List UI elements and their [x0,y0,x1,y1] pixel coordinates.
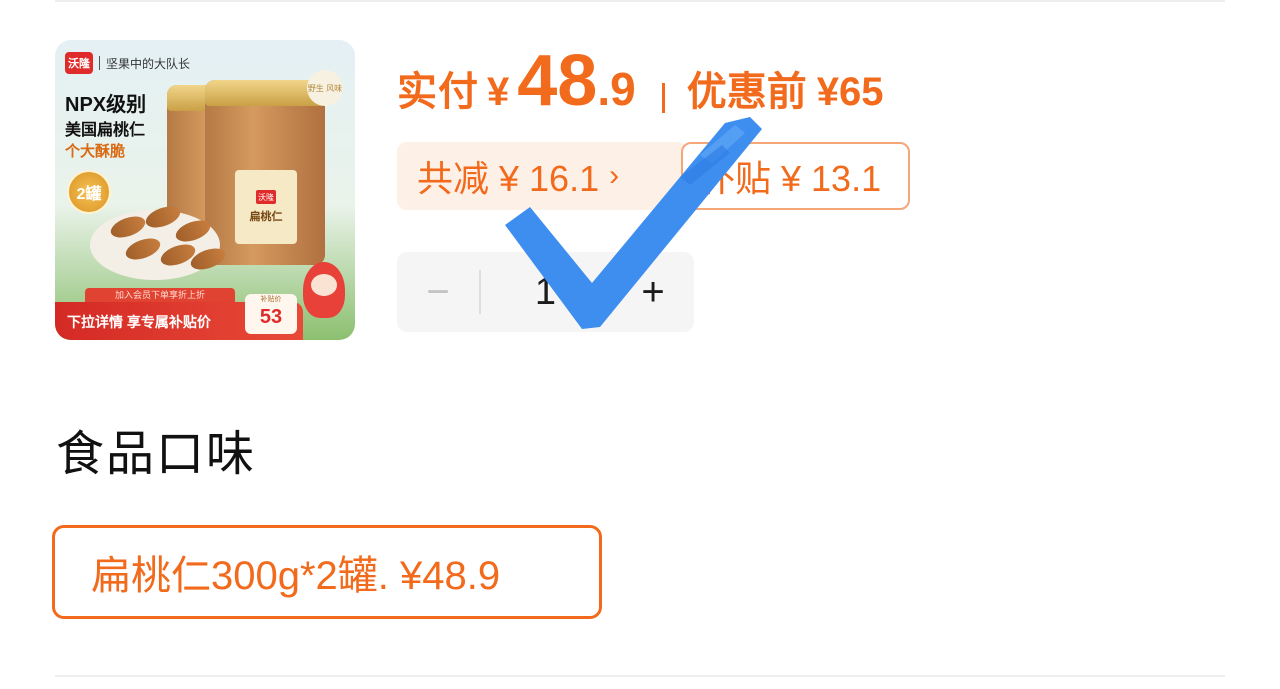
price-decimal: .9 [597,63,636,115]
price-integer: 48 [517,41,598,121]
promo-title: NPX级别 [65,94,147,116]
banner-price: 53 [259,306,283,328]
price-separator [661,83,665,113]
quantity-stepper: − 1 + [397,252,694,332]
banner-price-label: 补贴价 [260,296,282,303]
brand-separator [99,56,100,70]
paid-label: 实付 [397,70,479,114]
promo-subtitle: 美国扁桃仁 [65,122,146,139]
jar-name: 扁桃仁 [249,211,283,223]
jar-logo: 沃隆 [256,190,276,204]
promo-tagline: 个大酥脆 [65,143,126,160]
increment-button[interactable]: + [612,252,694,332]
subsidy-chip[interactable]: 补贴 ¥ 13.1 [681,142,910,210]
banner-top: 加入会员下单享折上折 [85,288,235,302]
flavor-tag: 野生 风味 [307,70,343,106]
brand-logo: 沃隆 [65,52,93,74]
brand-slogan: 坚果中的大队长 [106,56,191,71]
flavor-option-selected[interactable]: 扁桃仁300g*2罐. ¥48.9 [52,525,602,619]
bottom-divider [55,675,1225,677]
top-divider [55,0,1225,2]
product-image[interactable]: 沃隆 坚果中的大队长 NPX级别 美国扁桃仁 个大酥脆 2罐 沃隆 扁桃仁 野生… [55,40,355,340]
flavor-section-title: 食品口味 [56,428,257,481]
cans-badge: 2罐 [67,170,111,214]
total-discount-chip[interactable]: 共减 ¥ 16.1 › [397,142,687,210]
brand-bar: 沃隆 坚果中的大队长 [65,52,190,74]
currency-symbol: ¥ [487,70,510,114]
mascot-icon [303,262,345,318]
original-price: ¥65 [816,70,884,114]
flavor-option-label: 扁桃仁300g*2罐. ¥48.9 [91,554,501,598]
quantity-value[interactable]: 1 [481,271,610,314]
before-discount-label: 优惠前 [686,70,807,114]
jar-front: 沃隆 扁桃仁 [205,80,325,265]
banner-price-box: 补贴价 53 [245,294,297,334]
subsidy-text: 补贴 ¥ 13.1 [699,158,882,199]
total-discount-text: 共减 ¥ 16.1 [417,158,600,199]
jar-label: 沃隆 扁桃仁 [235,170,297,244]
chevron-right-icon: › [609,159,620,192]
banner-text: 下拉详情 享专属补贴价 [67,314,211,330]
price-row: 实付 ¥ 48 .9 优惠前 ¥65 [397,40,883,140]
decrement-button[interactable]: − [397,252,479,332]
